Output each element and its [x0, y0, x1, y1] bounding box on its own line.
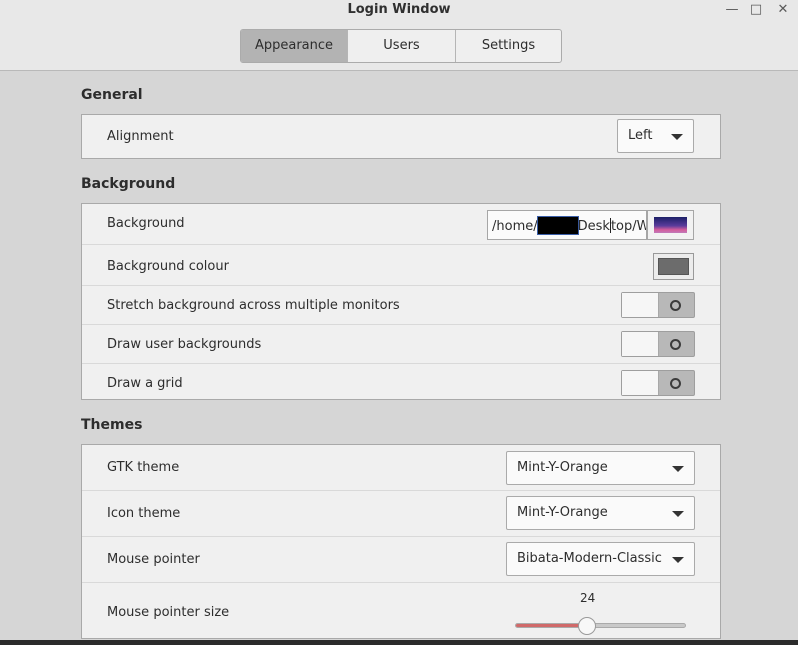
- icon-theme-value: Mint-Y-Orange: [517, 505, 608, 520]
- mouse-pointer-label: Mouse pointer: [107, 552, 200, 567]
- chevron-down-icon: [672, 557, 684, 563]
- icon-theme-label: Icon theme: [107, 506, 181, 521]
- background-image-row: Background /home/Desktop/W: [82, 204, 720, 245]
- chevron-down-icon: [671, 134, 683, 140]
- maximize-icon[interactable]: □: [746, 1, 766, 19]
- section-background-title: Background: [81, 176, 176, 192]
- background-image-label: Background: [107, 216, 185, 231]
- background-colour-label: Background colour: [107, 259, 229, 274]
- bottom-edge: [0, 640, 798, 645]
- stretch-label: Stretch background across multiple monit…: [107, 298, 400, 313]
- toggle-knob: [622, 293, 659, 317]
- mouse-pointer-row: Mouse pointer Bibata-Modern-Classic: [82, 537, 720, 583]
- background-colour-row: Background colour: [82, 245, 720, 286]
- background-colour-button[interactable]: [653, 253, 694, 280]
- stretch-toggle[interactable]: [621, 292, 695, 318]
- grid-row: Draw a grid: [82, 364, 720, 402]
- section-themes-title: Themes: [81, 417, 143, 433]
- minimize-icon[interactable]: —: [722, 1, 742, 19]
- tab-users[interactable]: Users: [348, 30, 456, 62]
- tab-appearance[interactable]: Appearance: [241, 30, 348, 62]
- grid-toggle[interactable]: [621, 370, 695, 396]
- pointer-size-value: 24: [580, 591, 596, 605]
- pointer-size-row: Mouse pointer size 24: [82, 583, 720, 638]
- general-panel: Alignment Left: [81, 114, 721, 159]
- gtk-theme-label: GTK theme: [107, 460, 180, 475]
- tab-settings[interactable]: Settings: [456, 30, 561, 62]
- background-panel: Background /home/Desktop/W Background co…: [81, 203, 721, 400]
- toggle-off-icon: [670, 339, 681, 350]
- redacted-username: [536, 216, 579, 235]
- background-path-prefix: /home/: [492, 219, 538, 234]
- alignment-dropdown[interactable]: Left: [617, 119, 694, 153]
- window-title: Login Window: [347, 2, 451, 17]
- pointer-size-label: Mouse pointer size: [107, 605, 230, 620]
- user-backgrounds-label: Draw user backgrounds: [107, 337, 262, 352]
- slider-fill: [516, 624, 587, 627]
- user-backgrounds-row: Draw user backgrounds: [82, 325, 720, 364]
- grid-label: Draw a grid: [107, 376, 183, 391]
- chevron-down-icon: [672, 511, 684, 517]
- colour-swatch: [658, 258, 689, 275]
- chevron-down-icon: [672, 466, 684, 472]
- alignment-label: Alignment: [107, 129, 174, 144]
- section-general-title: General: [81, 87, 143, 103]
- title-bar: Login Window — □ ✕ Appearance Users Sett…: [0, 0, 798, 71]
- toggle-off-icon: [670, 300, 681, 311]
- toggle-off-icon: [670, 378, 681, 389]
- mouse-pointer-dropdown[interactable]: Bibata-Modern-Classic: [506, 542, 695, 576]
- background-path-rest: top/W: [610, 219, 647, 234]
- mouse-pointer-value: Bibata-Modern-Classic: [517, 551, 662, 566]
- themes-panel: GTK theme Mint-Y-Orange Icon theme Mint-…: [81, 444, 721, 639]
- background-thumbnail: [654, 217, 687, 233]
- gtk-theme-dropdown[interactable]: Mint-Y-Orange: [506, 451, 695, 485]
- slider-handle[interactable]: [577, 617, 596, 635]
- toggle-knob: [622, 371, 659, 395]
- alignment-row: Alignment Left: [82, 115, 720, 158]
- icon-theme-dropdown[interactable]: Mint-Y-Orange: [506, 496, 695, 530]
- background-image-button[interactable]: [647, 210, 694, 240]
- pointer-size-slider[interactable]: [515, 617, 686, 635]
- gtk-theme-value: Mint-Y-Orange: [517, 460, 608, 475]
- alignment-value: Left: [628, 128, 653, 143]
- icon-theme-row: Icon theme Mint-Y-Orange: [82, 491, 720, 537]
- toggle-knob: [622, 332, 659, 356]
- user-backgrounds-toggle[interactable]: [621, 331, 695, 357]
- tab-bar: Appearance Users Settings: [240, 29, 562, 63]
- background-path-desktop: Desk: [577, 219, 610, 234]
- close-icon[interactable]: ✕: [773, 1, 793, 19]
- gtk-theme-row: GTK theme Mint-Y-Orange: [82, 445, 720, 491]
- background-path-field[interactable]: /home/Desktop/W: [487, 210, 647, 240]
- stretch-row: Stretch background across multiple monit…: [82, 286, 720, 325]
